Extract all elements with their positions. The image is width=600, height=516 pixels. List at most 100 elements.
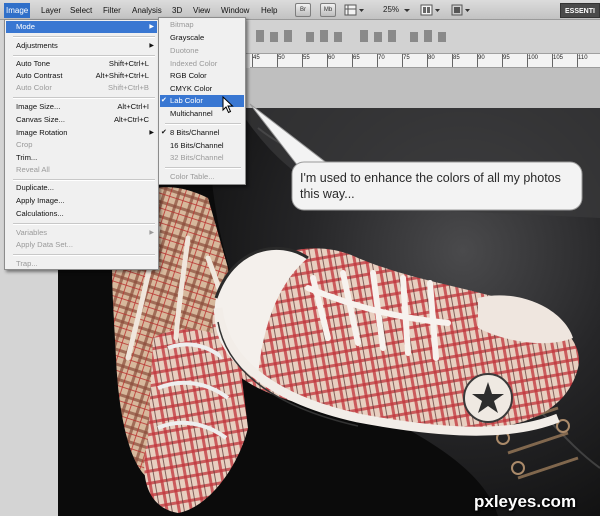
horizontal-ruler: 45 50 55 60 65 70 75 80 85 90 95 100 105… [250,54,600,68]
submenu-item-label: 16 Bits/Channel [170,141,224,150]
ruler-label: 100 [528,55,539,61]
submenu-item-duotone[interactable]: Duotone [160,45,244,57]
submenu-item-16-bits[interactable]: 16 Bits/Channel [160,140,244,152]
submenu-item-label: Lab Color [170,96,203,105]
menu-item-label: Duplicate... [16,183,54,192]
zoom-level[interactable]: 25% [383,3,399,17]
screen-mode-icon [451,4,470,16]
menu-item-trim[interactable]: Trim... [6,152,157,164]
submenu-item-label: Duotone [170,46,199,55]
menu-item-label: Adjustments [16,41,58,50]
menu-item-mode[interactable]: Mode ▶ [6,21,157,33]
checkmark-icon: ✔ [161,129,167,136]
workspace-switcher[interactable]: ESSENTI [560,3,600,18]
view-extras-button[interactable] [344,3,366,17]
submenu-item-label: 32 Bits/Channel [170,153,224,162]
chevron-down-icon[interactable] [402,3,412,17]
submenu-item-cmyk-color[interactable]: CMYK Color [160,83,244,95]
submenu-item-label: Indexed Color [170,59,218,68]
menu-item-image-rotation[interactable]: Image Rotation ▶ [6,127,157,139]
bridge-button[interactable]: Br [295,3,311,17]
ruler-label: 50 [278,55,285,61]
ruler-label: 85 [453,55,460,61]
grid-icon [344,4,364,16]
mini-bridge-button[interactable]: Mb [320,3,336,17]
menu-item-crop[interactable]: Crop [6,139,157,151]
menu-item-image-size[interactable]: Image Size... Alt+Ctrl+I [6,101,157,113]
menu-item-label: Image Rotation [16,128,68,137]
menu-item-apply-data-set[interactable]: Apply Data Set... [6,239,157,251]
mouse-pointer-icon [222,96,234,114]
menu-item-label: Image Size... [16,102,61,111]
submenu-item-rgb-color[interactable]: RGB Color [160,70,244,82]
ruler-label: 90 [478,55,485,61]
menu-view[interactable]: View [191,4,212,17]
ruler-label: 75 [403,55,410,61]
menu-item-auto-color[interactable]: Auto Color Shift+Ctrl+B [6,82,157,94]
menu-separator [165,123,241,125]
image-menu-dropdown: Mode ▶ Adjustments ▶ Auto Tone Shift+Ctrl+L… [4,19,159,270]
menu-item-auto-tone[interactable]: Auto Tone Shift+Ctrl+L [6,58,157,70]
menu-item-label: Mode [16,22,35,31]
submenu-item-color-table[interactable]: Color Table... [160,171,244,183]
submenu-item-label: Multichannel [170,109,213,118]
menu-item-shortcut: Alt+Ctrl+I [117,102,149,111]
submenu-item-label: Grayscale [170,33,205,42]
menu-item-label: Apply Image... [16,196,65,205]
menu-3d[interactable]: 3D [170,4,184,17]
menu-item-variables[interactable]: Variables ▶ [6,227,157,239]
ruler-label: 105 [553,55,564,61]
submenu-arrow-icon: ▶ [149,24,154,30]
menu-filter[interactable]: Filter [101,4,123,17]
submenu-item-32-bits[interactable]: 32 Bits/Channel [160,152,244,164]
ruler-label: 70 [378,55,385,61]
menu-item-shortcut: Shift+Ctrl+L [108,59,149,68]
menu-item-label: Apply Data Set... [16,240,73,249]
menu-item-reveal-all[interactable]: Reveal All [6,164,157,176]
ruler-label: 80 [428,55,435,61]
menu-item-label: Calculations... [16,209,64,218]
menu-separator [13,36,155,38]
menu-separator [13,97,155,99]
menu-item-shortcut: Shift+Ctrl+B [108,83,149,92]
menu-image[interactable]: Image [4,3,31,18]
menu-item-duplicate[interactable]: Duplicate... [6,182,157,194]
menu-item-adjustments[interactable]: Adjustments ▶ [6,40,157,52]
menu-help[interactable]: Help [259,4,279,17]
menu-separator [13,179,155,181]
menu-item-apply-image[interactable]: Apply Image... [6,195,157,207]
menu-item-auto-contrast[interactable]: Auto Contrast Alt+Shift+Ctrl+L [6,70,157,82]
menu-layer[interactable]: Layer [39,4,63,17]
menu-bar: Image Layer Select Filter Analysis 3D Vi… [0,0,600,20]
submenu-item-indexed-color[interactable]: Indexed Color [160,58,244,70]
ruler-label: 110 [578,55,588,61]
submenu-item-label: Color Table... [170,172,215,181]
menu-item-canvas-size[interactable]: Canvas Size... Alt+Ctrl+C [6,114,157,126]
menu-separator [165,167,241,169]
ruler-label: 95 [503,55,510,61]
submenu-item-grayscale[interactable]: Grayscale [160,32,244,44]
menu-item-trap[interactable]: Trap... [6,258,157,270]
menu-item-label: Trap... [16,259,38,268]
menu-item-label: Trim... [16,153,38,162]
submenu-item-bitmap[interactable]: Bitmap [160,19,244,31]
menu-item-calculations[interactable]: Calculations... [6,208,157,220]
menu-item-label: Variables [16,228,48,237]
watermark: pxleyes.com [474,492,577,511]
arrange-icon [420,4,440,16]
callout-text: I'm used to enhance the colors of all my… [300,171,561,201]
menu-window[interactable]: Window [219,4,251,17]
menu-select[interactable]: Select [68,4,94,17]
screen-mode-button[interactable] [450,3,472,17]
menu-item-shortcut: Alt+Ctrl+C [113,115,149,124]
ruler-label: 55 [303,55,310,61]
arrange-documents-button[interactable] [420,3,442,17]
ruler-label: 45 [253,55,260,61]
menu-separator [13,254,155,256]
menu-item-shortcut: Alt+Shift+Ctrl+L [95,71,149,80]
submenu-arrow-icon: ▶ [149,43,154,49]
ruler-label: 60 [328,55,335,61]
menu-analysis[interactable]: Analysis [130,4,164,17]
menu-item-label: Reveal All [16,165,50,174]
submenu-item-8-bits[interactable]: ✔ 8 Bits/Channel [160,127,244,139]
